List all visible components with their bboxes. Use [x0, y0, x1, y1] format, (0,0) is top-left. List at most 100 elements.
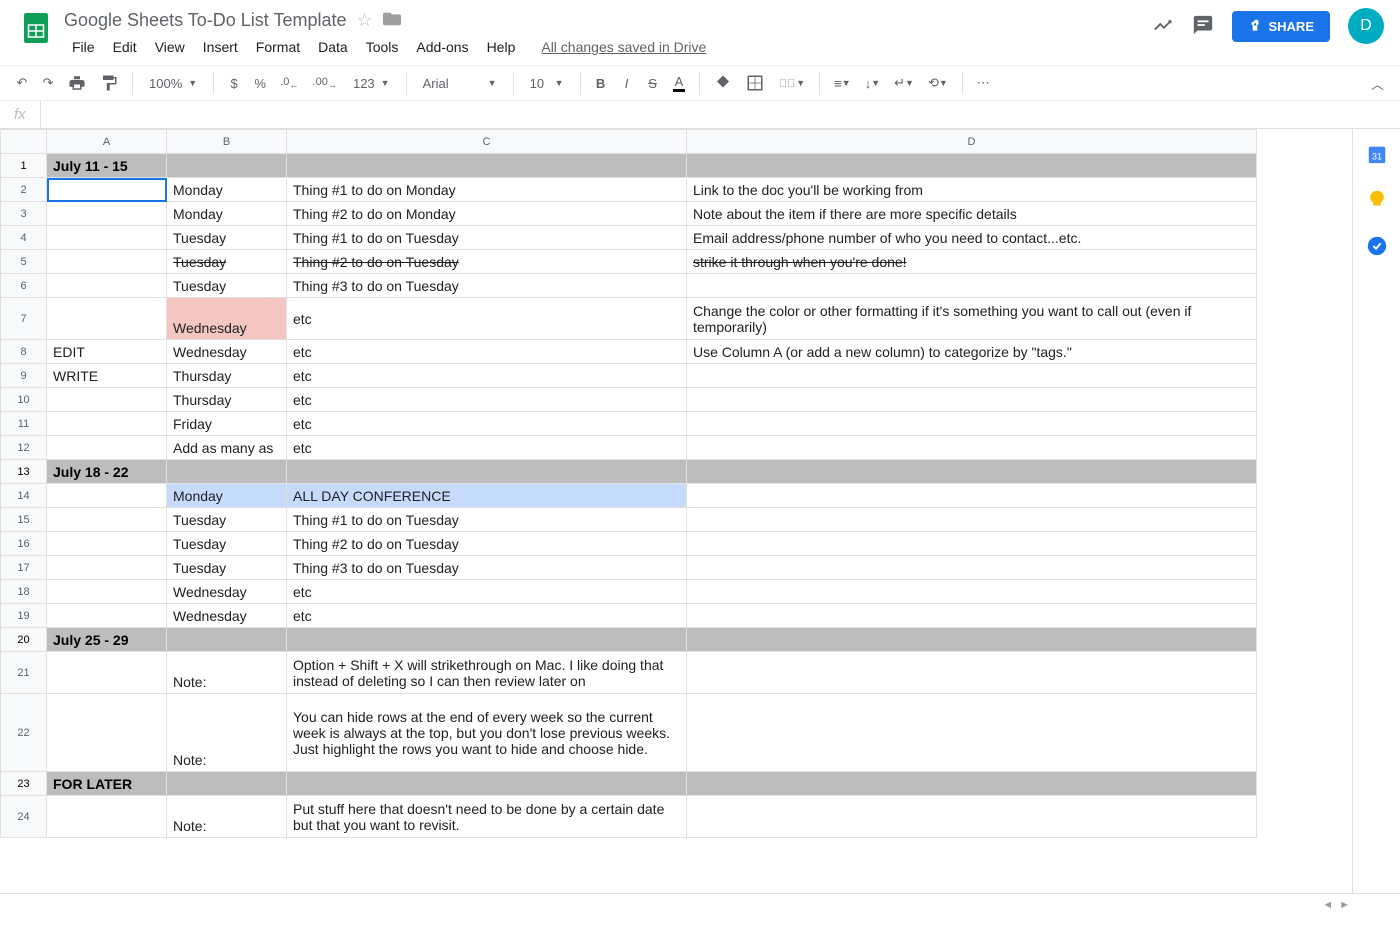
cell[interactable]: etc: [287, 412, 687, 436]
cell[interactable]: Use Column A (or add a new column) to ca…: [687, 340, 1257, 364]
row-header[interactable]: 17: [1, 556, 47, 580]
cell[interactable]: [687, 484, 1257, 508]
strikethrough-button[interactable]: S: [641, 70, 665, 96]
cell[interactable]: etc: [287, 388, 687, 412]
cell[interactable]: [687, 412, 1257, 436]
borders-button[interactable]: [740, 70, 770, 96]
row-header[interactable]: 8: [1, 340, 47, 364]
cell[interactable]: Email address/phone number of who you ne…: [687, 226, 1257, 250]
cell[interactable]: Thing #2 to do on Monday: [287, 202, 687, 226]
cell[interactable]: [47, 202, 167, 226]
row-header[interactable]: 19: [1, 604, 47, 628]
cell[interactable]: [47, 298, 167, 340]
valign-button[interactable]: ↓▼: [859, 70, 886, 96]
menu-insert[interactable]: Insert: [195, 35, 246, 59]
cell[interactable]: etc: [287, 298, 687, 340]
cell[interactable]: [687, 154, 1257, 178]
cell[interactable]: Tuesday: [167, 274, 287, 298]
cell[interactable]: Tuesday: [167, 250, 287, 274]
row-header[interactable]: 22: [1, 694, 47, 772]
cell[interactable]: [687, 436, 1257, 460]
row-header[interactable]: 12: [1, 436, 47, 460]
row-header[interactable]: 5: [1, 250, 47, 274]
cell[interactable]: [687, 628, 1257, 652]
decrease-decimal-button[interactable]: .0←: [274, 70, 304, 96]
cell[interactable]: [687, 772, 1257, 796]
menu-help[interactable]: Help: [479, 35, 524, 59]
cell[interactable]: [47, 436, 167, 460]
font-size-dropdown[interactable]: 10▼: [522, 72, 572, 95]
menu-tools[interactable]: Tools: [358, 35, 407, 59]
scroll-right-icon[interactable]: ►: [1339, 899, 1350, 911]
col-header-a[interactable]: A: [47, 130, 167, 154]
activity-icon[interactable]: [1152, 14, 1174, 39]
cell[interactable]: Thing #3 to do on Tuesday: [287, 556, 687, 580]
cell[interactable]: Note:: [167, 796, 287, 838]
number-format-dropdown[interactable]: 123▼: [345, 72, 398, 95]
menu-addons[interactable]: Add-ons: [408, 35, 476, 59]
cell[interactable]: Monday: [167, 484, 287, 508]
cell[interactable]: [687, 532, 1257, 556]
star-icon[interactable]: ☆: [357, 10, 373, 31]
cell[interactable]: [47, 652, 167, 694]
row-header[interactable]: 2: [1, 178, 47, 202]
cell[interactable]: Thing #2 to do on Tuesday: [287, 532, 687, 556]
italic-button[interactable]: I: [615, 70, 639, 96]
cell[interactable]: WRITE: [47, 364, 167, 388]
cell[interactable]: You can hide rows at the end of every we…: [287, 694, 687, 772]
cell[interactable]: [687, 388, 1257, 412]
row-header[interactable]: 1: [1, 154, 47, 178]
cell[interactable]: [47, 556, 167, 580]
cell[interactable]: EDIT: [47, 340, 167, 364]
more-toolbar-button[interactable]: ⋯: [971, 70, 996, 96]
row-header[interactable]: 4: [1, 226, 47, 250]
tasks-icon[interactable]: [1366, 235, 1388, 257]
cell[interactable]: [687, 604, 1257, 628]
cell[interactable]: [47, 508, 167, 532]
row-header[interactable]: 15: [1, 508, 47, 532]
row-header[interactable]: 18: [1, 580, 47, 604]
cell[interactable]: [167, 460, 287, 484]
row-header[interactable]: 6: [1, 274, 47, 298]
folder-icon[interactable]: [383, 10, 401, 31]
cell[interactable]: Wednesday: [167, 580, 287, 604]
row-header[interactable]: 14: [1, 484, 47, 508]
menu-file[interactable]: File: [64, 35, 103, 59]
cell[interactable]: etc: [287, 364, 687, 388]
menu-view[interactable]: View: [147, 35, 193, 59]
cell[interactable]: Thing #3 to do on Tuesday: [287, 274, 687, 298]
cell[interactable]: [167, 772, 287, 796]
cell[interactable]: Tuesday: [167, 508, 287, 532]
cell[interactable]: Note:: [167, 652, 287, 694]
cell[interactable]: Tuesday: [167, 532, 287, 556]
cell[interactable]: Tuesday: [167, 556, 287, 580]
cell[interactable]: [287, 460, 687, 484]
cell[interactable]: etc: [287, 580, 687, 604]
cell[interactable]: Thing #2 to do on Tuesday: [287, 250, 687, 274]
cell[interactable]: [47, 484, 167, 508]
merge-button[interactable]: ▼: [772, 70, 811, 96]
rotate-button[interactable]: ⟲▼: [922, 70, 954, 96]
row-header[interactable]: 13: [1, 460, 47, 484]
cell[interactable]: Monday: [167, 178, 287, 202]
cell[interactable]: Add as many as: [167, 436, 287, 460]
comments-icon[interactable]: [1192, 14, 1214, 39]
cell[interactable]: [287, 628, 687, 652]
cell[interactable]: [687, 796, 1257, 838]
wrap-button[interactable]: ↵▼: [888, 70, 920, 96]
cell[interactable]: [687, 580, 1257, 604]
row-header[interactable]: 20: [1, 628, 47, 652]
cell[interactable]: [687, 364, 1257, 388]
cell[interactable]: [47, 796, 167, 838]
collapse-toolbar-icon[interactable]: ︿: [1365, 70, 1390, 96]
cell[interactable]: ALL DAY CONFERENCE: [287, 484, 687, 508]
cell[interactable]: [47, 250, 167, 274]
print-icon[interactable]: [62, 70, 92, 96]
spreadsheet-grid[interactable]: A B C D 1July 11 - 152MondayThing #1 to …: [0, 129, 1352, 893]
cell[interactable]: [47, 274, 167, 298]
cell[interactable]: FOR LATER: [47, 772, 167, 796]
cell[interactable]: [687, 556, 1257, 580]
cell[interactable]: [47, 412, 167, 436]
sheets-logo[interactable]: [16, 8, 56, 48]
row-header[interactable]: 21: [1, 652, 47, 694]
